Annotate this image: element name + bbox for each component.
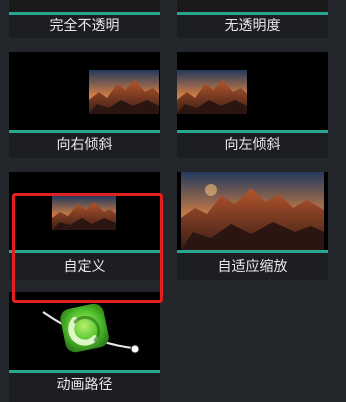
preset-label: 向左倾斜 bbox=[224, 137, 281, 153]
preset-tile-custom[interactable]: 自定义 bbox=[9, 172, 160, 280]
preset-thumbnail bbox=[177, 0, 328, 12]
mountain-image bbox=[181, 172, 324, 250]
accent-bar bbox=[9, 130, 160, 133]
preset-thumbnail bbox=[9, 0, 160, 12]
preset-thumbnail bbox=[9, 292, 160, 370]
accent-bar bbox=[9, 370, 160, 373]
preset-tile-fully-opaque[interactable]: 完全不透明 bbox=[9, 0, 160, 38]
preset-thumbnail bbox=[177, 52, 328, 130]
preset-label: 向右倾斜 bbox=[56, 137, 113, 153]
accent-bar bbox=[177, 130, 328, 133]
preset-thumbnail bbox=[9, 172, 160, 250]
accent-bar bbox=[9, 250, 160, 253]
preset-thumbnail bbox=[177, 172, 328, 250]
preset-label: 自定义 bbox=[63, 259, 106, 275]
animation-path-illustration bbox=[42, 303, 140, 354]
mountain-image bbox=[177, 70, 247, 114]
preset-tile-no-transparency[interactable]: 无透明度 bbox=[177, 0, 328, 38]
preset-tile-tilt-left[interactable]: 向左倾斜 bbox=[177, 52, 328, 158]
preset-label: 无透明度 bbox=[224, 18, 281, 34]
preset-tile-animation-path[interactable]: 动画路径 bbox=[9, 292, 160, 402]
accent-bar bbox=[177, 250, 328, 253]
mountain-image bbox=[52, 196, 116, 230]
preset-tile-tilt-right[interactable]: 向右倾斜 bbox=[9, 52, 160, 158]
mountain-image bbox=[89, 70, 159, 114]
preset-thumbnail bbox=[9, 52, 160, 130]
preset-label: 动画路径 bbox=[56, 377, 113, 393]
preset-label: 自适应缩放 bbox=[217, 259, 288, 275]
preset-tile-adaptive-scale[interactable]: 自适应缩放 bbox=[177, 172, 328, 280]
preset-label: 完全不透明 bbox=[49, 18, 120, 34]
